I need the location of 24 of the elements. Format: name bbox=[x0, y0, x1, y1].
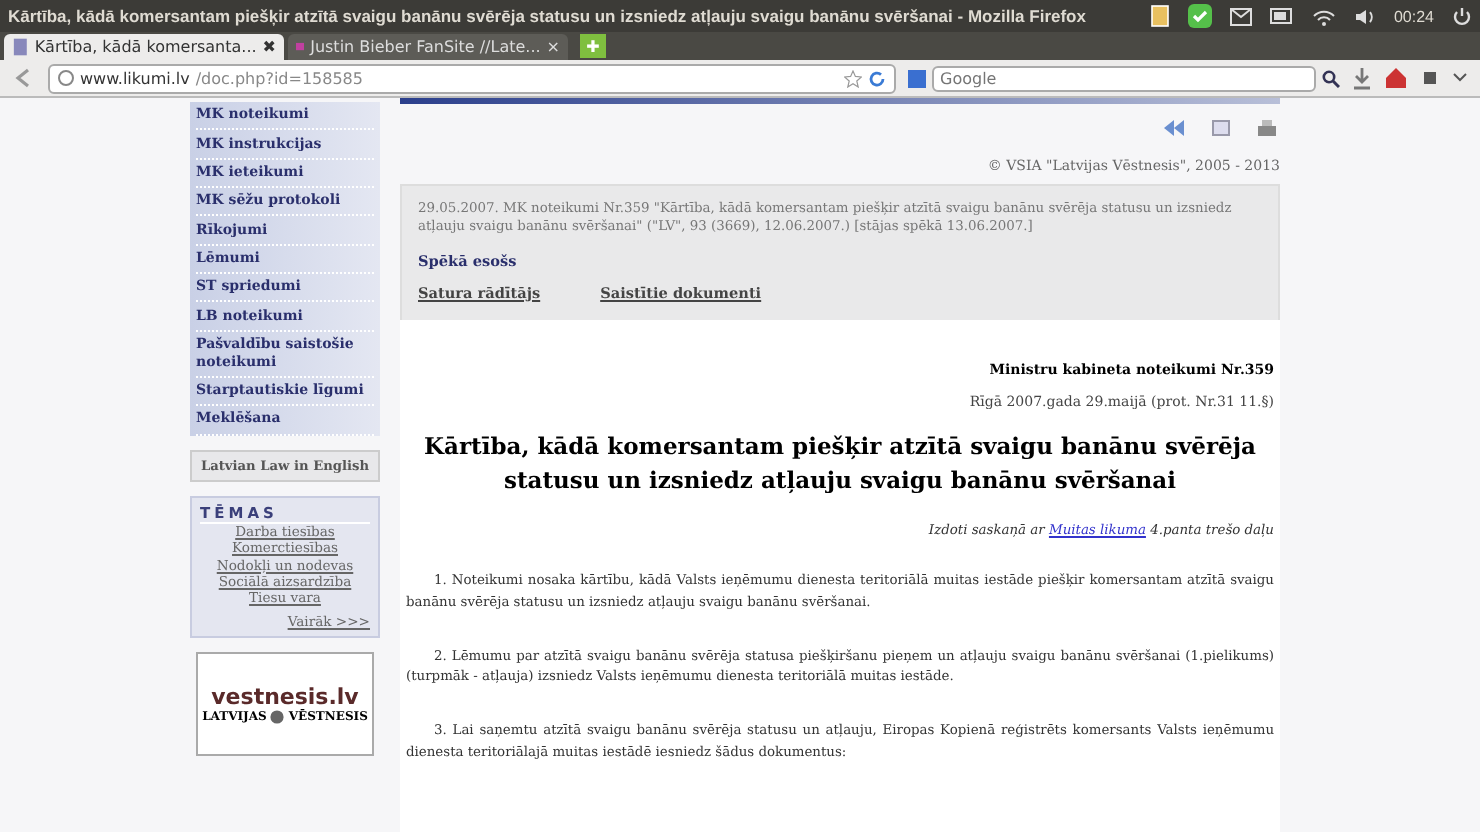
tab[interactable]: Kārtība, kādā komersanta... ✖ bbox=[4, 34, 284, 60]
star-icon[interactable] bbox=[844, 69, 862, 87]
reload-icon[interactable] bbox=[868, 69, 886, 87]
url-domain: www.likumi.lv bbox=[80, 69, 190, 87]
close-icon[interactable]: × bbox=[546, 38, 560, 56]
home-icon[interactable] bbox=[1384, 66, 1408, 90]
page-icon bbox=[12, 38, 29, 56]
url-path: /doc.php?id=158585 bbox=[195, 69, 363, 87]
search-field[interactable]: Google bbox=[932, 65, 1316, 91]
power-icon[interactable] bbox=[1452, 6, 1472, 26]
download-icon[interactable] bbox=[1352, 66, 1372, 90]
wifi-icon[interactable] bbox=[1311, 7, 1336, 25]
speaker-icon[interactable] bbox=[1353, 7, 1376, 25]
tab[interactable]: Justin Bieber FanSite //Late... × bbox=[288, 34, 568, 60]
window-title: Kārtība, kādā komersantam piešķir atzītā svaigu banānu svērēja statusu un izsniedz atļauju svaigu banānu svēršanai - Mozilla Firefox bbox=[8, 6, 1088, 26]
logo-domain: vestnesis.lv bbox=[211, 684, 359, 711]
document-title: Kārtība, kādā komersantam piešķir atzītā svaigu banānu svērēja statusu un izsniedz atļauju svaigu banānu svēršanai bbox=[422, 429, 1258, 498]
close-icon[interactable]: ✖ bbox=[262, 38, 276, 56]
clock[interactable]: 00:24 bbox=[1393, 7, 1434, 25]
print-icon[interactable] bbox=[1258, 120, 1276, 138]
rewind-icon[interactable] bbox=[1164, 120, 1184, 136]
check-icon[interactable] bbox=[1187, 4, 1212, 28]
search-icon[interactable] bbox=[1322, 69, 1340, 87]
address-bar[interactable]: www.likumi.lv /doc.php?id=158585 bbox=[48, 63, 896, 93]
